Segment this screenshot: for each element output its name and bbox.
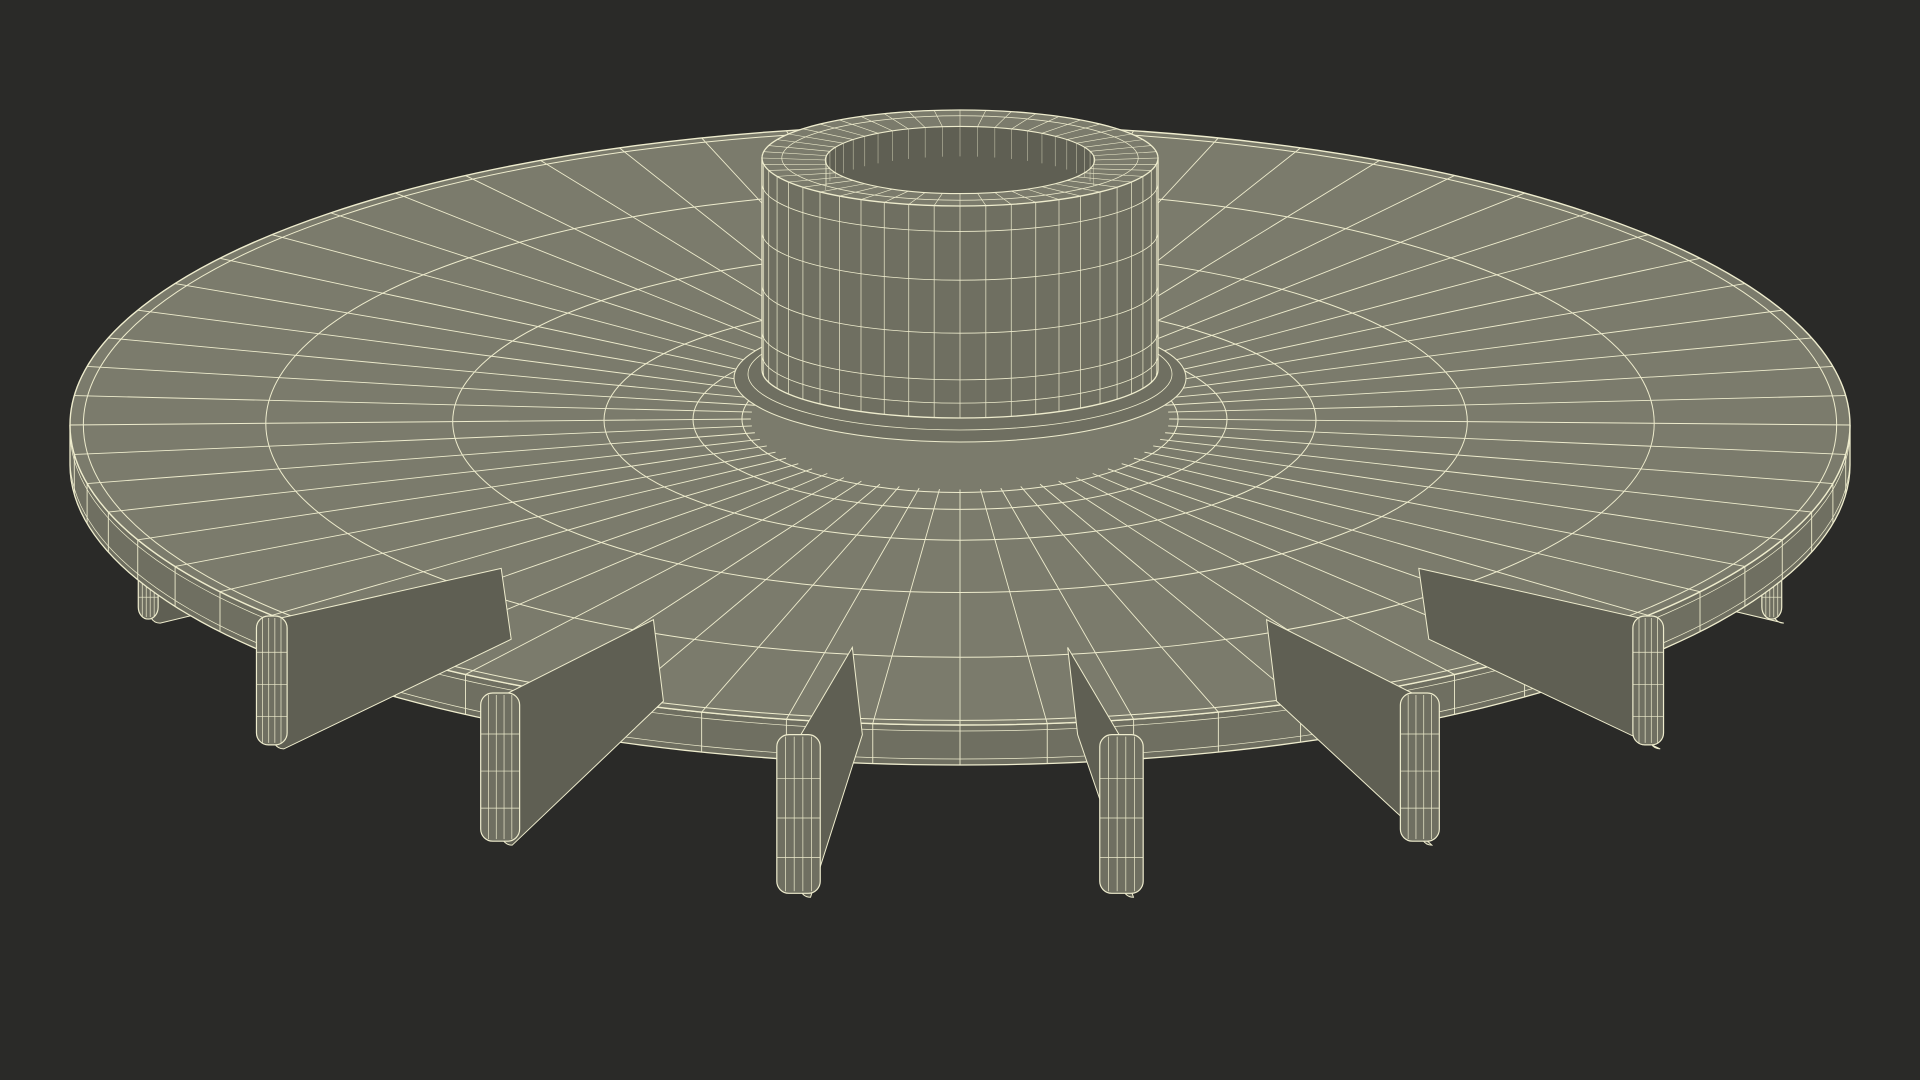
hub-cylinder xyxy=(733,109,1187,443)
3d-viewport[interactable] xyxy=(0,0,1920,1080)
impeller-wireframe-model[interactable] xyxy=(0,0,1920,1080)
